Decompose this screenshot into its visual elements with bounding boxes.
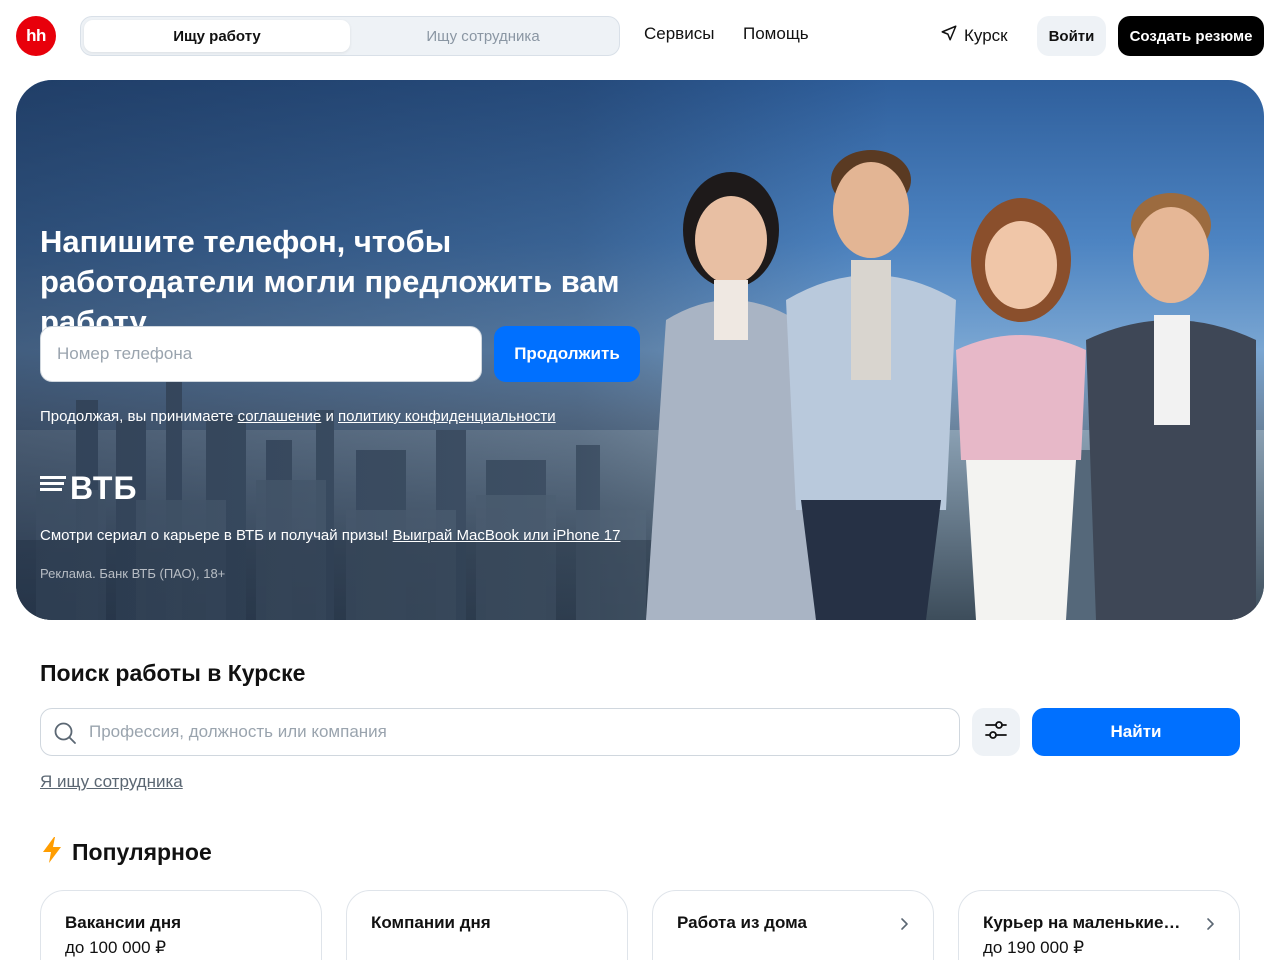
agree-and: и [325, 408, 334, 425]
promo-banner: Напишите телефон, чтобы работодатели мог… [16, 80, 1264, 620]
find-button[interactable]: Найти [1032, 708, 1240, 756]
role-switch: Ищу работу Ищу сотрудника [80, 16, 620, 56]
sliders-icon [984, 718, 1008, 747]
card-title: Курьер на маленькие… [983, 913, 1181, 932]
tab-employer[interactable]: Ищу сотрудника [350, 20, 616, 52]
nav-services[interactable]: Сервисы [644, 24, 714, 44]
promo-link[interactable]: Выиграй MacBook или iPhone 17 [393, 527, 621, 544]
city-selector[interactable]: Курск [940, 24, 1008, 47]
city-label: Курск [964, 25, 1008, 45]
card-subtitle: до 190 000 ₽ [983, 938, 1085, 957]
hh-logo[interactable]: hh [16, 16, 56, 56]
nav-help[interactable]: Помощь [743, 24, 809, 44]
card-subtitle: до 100 000 ₽ [65, 938, 167, 957]
agree-prefix: Продолжая, вы принимаете [40, 408, 234, 425]
popular-card-companies-of-day[interactable]: Компании дня [346, 890, 628, 960]
card-title: Работа из дома [677, 913, 807, 932]
chevron-right-icon [1203, 917, 1217, 936]
ad-disclaimer: Реклама. Банк ВТБ (ПАО), 18+ [40, 566, 226, 581]
filters-button[interactable] [972, 708, 1020, 756]
card-title: Компании дня [371, 913, 491, 932]
vtb-wordmark: ВТБ [70, 470, 138, 506]
search-icon [53, 721, 77, 750]
create-resume-button[interactable]: Создать резюме [1118, 16, 1264, 56]
popular-title: Популярное [72, 839, 212, 865]
continue-button[interactable]: Продолжить [494, 326, 640, 382]
privacy-policy-link[interactable]: политику конфиденциальности [338, 408, 556, 425]
promo-label: Смотри сериал о карьере в ВТБ и получай … [40, 527, 389, 544]
search-title: Поиск работы в Курске [40, 660, 306, 686]
lightning-icon [40, 836, 64, 869]
login-button[interactable]: Войти [1037, 16, 1106, 56]
chevron-right-icon [897, 917, 911, 936]
card-title: Вакансии дня [65, 913, 182, 932]
vtb-lines-icon [40, 476, 66, 491]
top-header: hh Ищу работу Ищу сотрудника Сервисы Пом… [0, 0, 1280, 72]
agreement-link[interactable]: соглашение [238, 408, 322, 425]
vtb-logo: ВТБ [40, 470, 137, 507]
promo-text: Смотри сериал о карьере в ВТБ и получай … [40, 527, 620, 544]
search-input[interactable] [89, 709, 949, 755]
popular-header: Популярное [40, 836, 212, 869]
search-box [40, 708, 960, 756]
popular-card-remote-work[interactable]: Работа из дома [652, 890, 934, 960]
people-illustration [646, 150, 1256, 620]
location-arrow-icon [940, 24, 958, 47]
banner-title: Напишите телефон, чтобы работодатели мог… [40, 224, 620, 339]
employer-search-link[interactable]: Я ищу сотрудника [40, 772, 183, 792]
popular-card-courier[interactable]: Курьер на маленькие… до 190 000 ₽ [958, 890, 1240, 960]
tab-job-seeker[interactable]: Ищу работу [84, 20, 350, 52]
agreement-text: Продолжая, вы принимаете соглашение и по… [40, 408, 556, 425]
popular-card-vacancies-of-day[interactable]: Вакансии дня до 100 000 ₽ [40, 890, 322, 960]
phone-input[interactable] [40, 326, 482, 382]
